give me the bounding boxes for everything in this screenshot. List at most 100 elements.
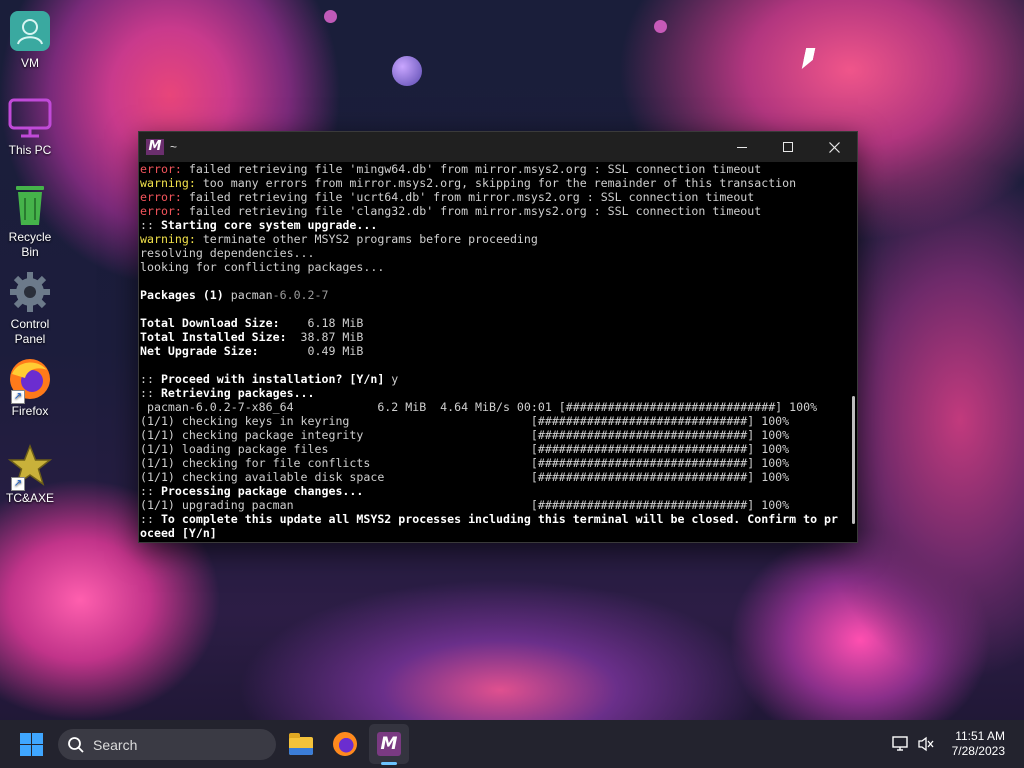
msys2-icon: M <box>146 139 164 155</box>
terminal-text-segment: resolving dependencies... <box>140 246 315 260</box>
terminal-line: resolving dependencies... <box>140 246 849 260</box>
terminal-line: Net Upgrade Size: 0.49 MiB <box>140 344 849 358</box>
terminal-text-segment: To complete this update all MSYS2 proces… <box>153 512 839 526</box>
desktop-icon-label: Control <box>10 317 50 331</box>
desktop-icon-firefox[interactable]: ↗ Firefox <box>0 356 60 419</box>
terminal-text-segment: pacman <box>230 288 273 302</box>
terminal-text-segment: Packages (1) <box>140 288 231 302</box>
terminal-text-segment: failed retrieving file 'ucrt64.db' from … <box>181 190 755 204</box>
desktop-icon-label: Firefox <box>11 404 49 418</box>
star-icon: ↗ <box>7 443 53 491</box>
terminal-scrollbar[interactable] <box>850 162 855 542</box>
windows-logo-icon <box>32 745 43 756</box>
desktop-icon-recycle-bin[interactable]: Recycle Bin <box>0 182 60 260</box>
terminal-line: warning: terminate other MSYS2 programs … <box>140 232 849 246</box>
windows-logo-icon <box>20 733 31 744</box>
clock-time: 11:51 AM <box>955 729 1005 743</box>
terminal-text-segment: y <box>384 372 399 386</box>
terminal-text-segment: error: <box>140 190 182 204</box>
terminal-text-segment: (1/1) checking available disk space [###… <box>140 470 790 484</box>
terminal-text-segment: (1/1) upgrading pacman [################… <box>140 498 790 512</box>
terminal-text-segment: (1/1) checking package integrity [######… <box>140 428 790 442</box>
terminal-text-segment: Net Upgrade Size: <box>140 344 259 358</box>
terminal-text-segment: error: <box>140 162 182 176</box>
desktop-icon-label: Panel <box>14 332 46 346</box>
terminal-line: :: Retrieving packages... <box>140 386 849 400</box>
terminal-line: (1/1) checking for file conflicts [#####… <box>140 456 849 470</box>
terminal-text-segment: failed retrieving file 'clang32.db' from… <box>181 204 762 218</box>
close-button[interactable] <box>811 132 857 162</box>
terminal-line: (1/1) loading package files [###########… <box>140 442 849 456</box>
maximize-icon <box>782 141 793 152</box>
windows-logo-icon <box>20 745 31 756</box>
desktop-icon-monitor[interactable]: This PC <box>0 95 60 158</box>
msys2-icon: M <box>377 732 401 756</box>
terminal-text-segment: pacman-6.0.2-7-x86_64 6.2 MiB 4.64 MiB/s… <box>140 400 818 414</box>
minimize-icon <box>736 146 747 148</box>
window-title: ~ <box>170 140 178 154</box>
terminal-line: Total Installed Size: 38.87 MiB <box>140 330 849 344</box>
minimize-button[interactable] <box>719 132 765 162</box>
terminal-text-segment: Proceed with installation? [Y/n] <box>153 372 385 386</box>
terminal-text-segment: :: <box>140 484 154 498</box>
scrollbar-thumb[interactable] <box>852 396 855 524</box>
terminal-line: (1/1) checking keys in keyring [########… <box>140 414 849 428</box>
terminal-text-segment: 6.18 MiB <box>279 316 364 330</box>
terminal-text-segment: looking for conflicting packages... <box>140 260 385 274</box>
monitor-icon <box>7 95 53 141</box>
terminal-text-segment: :: <box>140 512 154 526</box>
terminal-line: (1/1) checking package integrity [######… <box>140 428 849 442</box>
terminal-text-segment: warning: <box>140 232 196 246</box>
terminal-text-segment: terminate other MSYS2 programs before pr… <box>195 232 538 246</box>
terminal-line: looking for conflicting packages... <box>140 260 849 274</box>
terminal-text-segment: too many errors from mirror.msys2.org, s… <box>195 176 797 190</box>
taskbar-firefox[interactable] <box>329 728 361 760</box>
terminal-window[interactable]: M ~ error: failed retrieving file 'mingw… <box>138 131 858 543</box>
terminal-line: (1/1) upgrading pacman [################… <box>140 498 849 512</box>
search-icon <box>68 736 84 753</box>
mouse-cursor-icon <box>801 48 816 69</box>
terminal-text-segment: Total Installed Size: <box>140 330 287 344</box>
volume-muted-icon[interactable] <box>917 736 935 752</box>
start-button[interactable] <box>20 733 43 756</box>
close-icon <box>828 141 840 153</box>
recycle-bin-icon <box>7 182 53 228</box>
planet-decoration <box>392 56 422 86</box>
terminal-titlebar[interactable]: M ~ <box>139 132 857 162</box>
desktop-icon-label: Recycle <box>8 230 52 244</box>
desktop-icon-gear[interactable]: Control Panel <box>0 269 60 347</box>
desktop-icon-vm[interactable]: VM <box>0 8 60 71</box>
taskbar: Search M 11:51 AM 7/28/2023 <box>0 720 1024 768</box>
windows-logo-icon <box>32 733 43 744</box>
terminal-text-segment: Starting core system upgrade... <box>153 218 378 232</box>
terminal-text-segment: 0.49 MiB <box>258 344 364 358</box>
terminal-text-segment: :: <box>140 218 154 232</box>
terminal-line: error: failed retrieving file 'clang32.d… <box>140 204 849 218</box>
maximize-button[interactable] <box>765 132 811 162</box>
taskbar-file-explorer[interactable] <box>285 728 317 760</box>
terminal-text-segment: -6.0.2-7 <box>272 288 329 302</box>
taskbar-clock[interactable]: 11:51 AM 7/28/2023 <box>952 729 1005 759</box>
terminal-output[interactable]: error: failed retrieving file 'mingw64.d… <box>139 162 849 542</box>
terminal-text-segment: warning: <box>140 176 196 190</box>
network-icon[interactable] <box>892 736 910 752</box>
desktop-icon-star[interactable]: ↗ TC&AXE <box>0 443 60 506</box>
search-placeholder: Search <box>93 736 138 753</box>
terminal-line: oceed [Y/n] <box>140 526 849 540</box>
taskbar-msys2[interactable]: M <box>373 728 405 760</box>
terminal-text-segment: 38.87 MiB <box>286 330 364 344</box>
active-app-indicator <box>381 762 397 765</box>
taskbar-search-box[interactable]: Search <box>58 729 276 760</box>
terminal-line: Packages (1) pacman-6.0.2-7 <box>140 288 849 302</box>
terminal-text-segment: (1/1) checking keys in keyring [########… <box>140 414 790 428</box>
terminal-line: (1/1) checking available disk space [###… <box>140 470 849 484</box>
terminal-line: :: To complete this update all MSYS2 pro… <box>140 512 849 526</box>
desktop-icon-label: VM <box>21 56 39 70</box>
terminal-line: :: Processing package changes... <box>140 484 849 498</box>
terminal-text-segment: (1/1) checking for file conflicts [#####… <box>140 456 790 470</box>
terminal-line: error: failed retrieving file 'mingw64.d… <box>140 162 849 176</box>
desktop-icon-label: This PC <box>8 143 52 157</box>
